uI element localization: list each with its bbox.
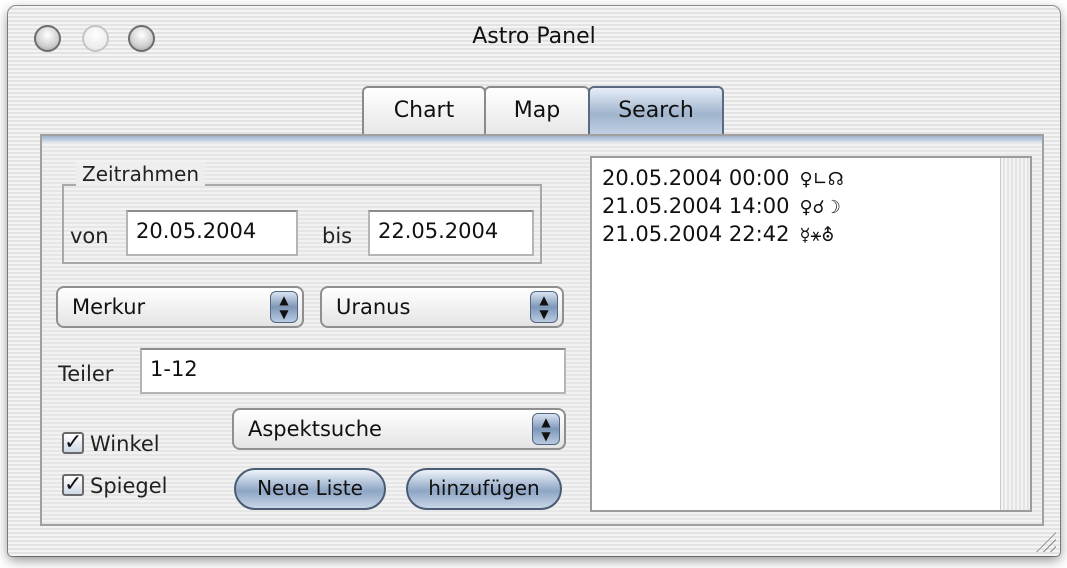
new-list-button[interactable]: Neue Liste	[234, 468, 386, 510]
results-list[interactable]: 20.05.2004 00:00 ♀∟☊ 21.05.2004 14:00 ♀☌☽ …	[590, 156, 1032, 512]
timeframe-title: Zeitrahmen	[76, 162, 206, 186]
up-down-arrows-icon: ▲ ▼	[532, 413, 560, 445]
divisor-label: Teiler	[58, 362, 114, 386]
result-datetime: 20.05.2004 00:00	[602, 166, 790, 190]
result-datetime: 21.05.2004 14:00	[602, 194, 790, 218]
resize-grip-icon[interactable]	[1036, 532, 1056, 552]
list-item[interactable]: 20.05.2004 00:00 ♀∟☊	[602, 166, 844, 190]
angle-checkbox[interactable]: ✓	[62, 432, 84, 454]
from-label: von	[70, 224, 109, 248]
planet2-select-value: Uranus	[336, 295, 411, 319]
results-scrollbar[interactable]	[1000, 158, 1030, 510]
planet2-select[interactable]: Uranus ▲ ▼	[320, 286, 564, 328]
from-date-field[interactable]: 20.05.2004	[126, 210, 298, 256]
divisor-field[interactable]: 1-12	[140, 348, 566, 394]
result-datetime: 21.05.2004 22:42	[602, 222, 790, 246]
mirror-label: Spiegel	[90, 474, 168, 498]
up-down-arrows-icon: ▲ ▼	[530, 291, 558, 323]
up-down-arrows-icon: ▲ ▼	[270, 291, 298, 323]
tab-map[interactable]: Map	[484, 86, 590, 136]
astro-panel-window: Astro Panel Chart Map Search Zeitrahmen …	[8, 6, 1060, 556]
search-panel: Zeitrahmen von 20.05.2004 bis 22.05.2004…	[40, 134, 1044, 526]
list-item[interactable]: 21.05.2004 14:00 ♀☌☽	[602, 194, 841, 218]
panel-top-border	[42, 136, 1042, 142]
to-label: bis	[322, 224, 353, 248]
title-bar[interactable]: Astro Panel	[8, 6, 1060, 66]
aspect-symbols-icon: ☿⚹⛢	[799, 225, 835, 246]
list-item[interactable]: 21.05.2004 22:42 ☿⚹⛢	[602, 222, 834, 246]
angle-label: Winkel	[90, 432, 160, 456]
tab-search[interactable]: Search	[588, 86, 724, 136]
add-button[interactable]: hinzufügen	[406, 468, 562, 510]
aspect-symbols-icon: ♀∟☊	[799, 169, 844, 190]
window-title: Astro Panel	[472, 24, 596, 49]
mirror-checkbox[interactable]: ✓	[62, 474, 84, 496]
to-date-field[interactable]: 22.05.2004	[368, 210, 534, 256]
planet1-select[interactable]: Merkur ▲ ▼	[56, 286, 304, 328]
search-mode-select-value: Aspektsuche	[248, 417, 382, 441]
planet1-select-value: Merkur	[72, 295, 146, 319]
search-mode-select[interactable]: Aspektsuche ▲ ▼	[232, 408, 566, 450]
aspect-symbols-icon: ♀☌☽	[799, 197, 841, 218]
tab-chart[interactable]: Chart	[362, 86, 486, 136]
